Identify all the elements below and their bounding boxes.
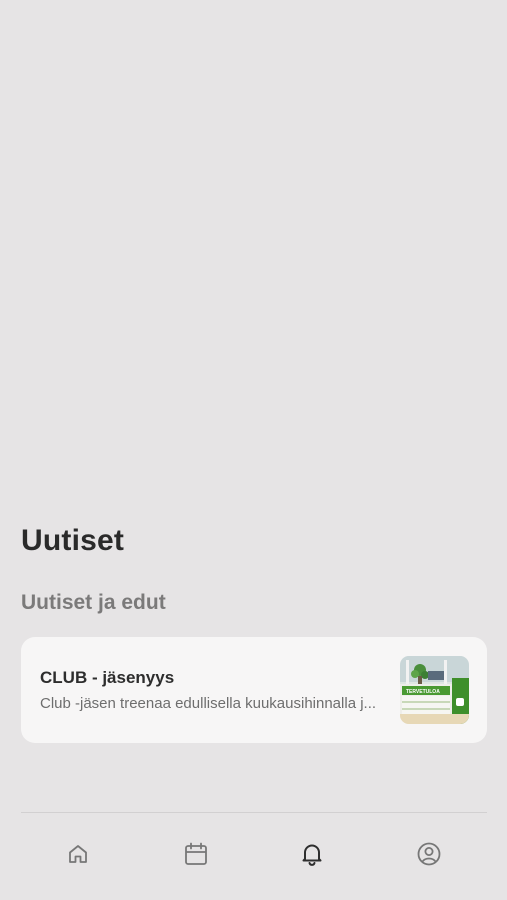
bottom-tab-bar: [0, 813, 507, 900]
profile-icon: [417, 842, 441, 866]
news-thumbnail: TERVETULOA: [400, 656, 469, 724]
tab-calendar[interactable]: [181, 839, 211, 869]
news-screen: Uutiset Uutiset ja edut CLUB - jäsenyys …: [0, 0, 507, 900]
news-card[interactable]: CLUB - jäsenyys Club -jäsen treenaa edul…: [21, 637, 487, 743]
news-description: Club -jäsen treenaa edullisella kuukausi…: [40, 695, 377, 712]
tab-profile[interactable]: [414, 839, 444, 869]
thumbnail-caption: TERVETULOA: [406, 689, 440, 695]
tab-notifications[interactable]: [297, 839, 327, 869]
calendar-icon: [185, 842, 207, 865]
section-title: Uutiset ja edut: [21, 591, 166, 614]
bell-icon: [302, 844, 322, 866]
news-title: CLUB - jäsenyys: [40, 668, 175, 687]
gym-reception-image: TERVETULOA: [400, 656, 469, 724]
home-icon: [69, 845, 87, 863]
page-title: Uutiset: [21, 524, 125, 557]
tab-home[interactable]: [63, 839, 93, 869]
